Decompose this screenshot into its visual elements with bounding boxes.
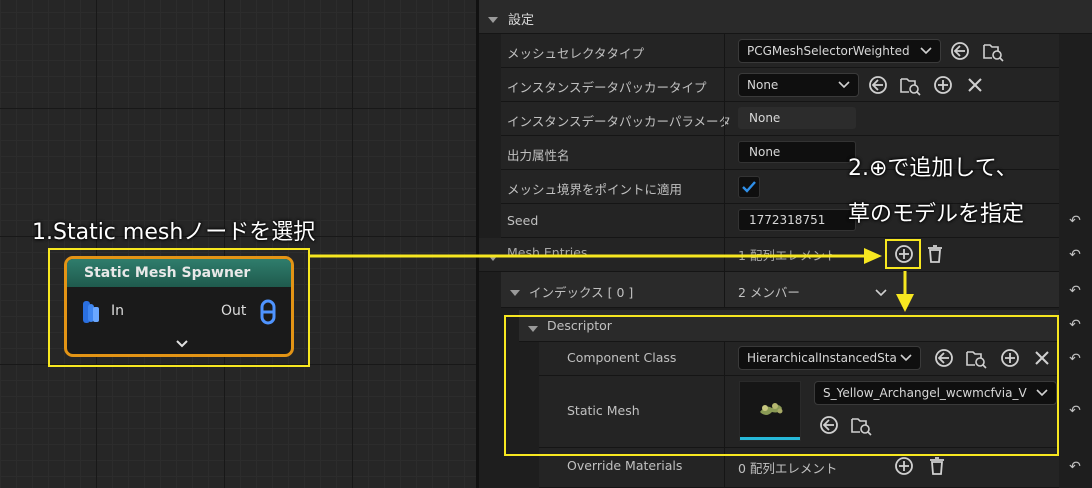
callout-step2-line2: 草のモデルを指定 (848, 202, 1025, 227)
callout-step1: 1.Static meshノードを選択 (32, 220, 316, 245)
callout-step2-line1: 2.⊕で追加して、 (848, 156, 1018, 181)
